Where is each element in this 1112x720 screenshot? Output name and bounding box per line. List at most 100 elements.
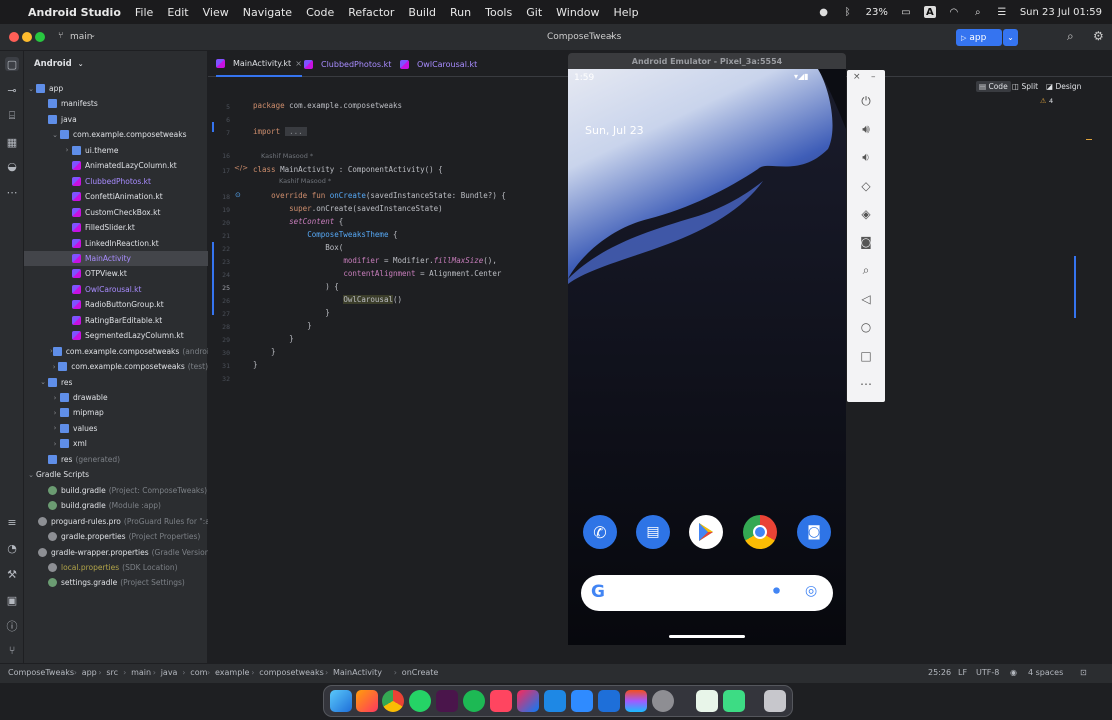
system-settings-icon[interactable] bbox=[652, 690, 674, 712]
mode-code-button[interactable]: ▤ Code bbox=[976, 81, 1011, 92]
close-tab-icon[interactable]: × bbox=[295, 59, 302, 68]
code-line[interactable]: } bbox=[253, 347, 276, 356]
more-tools-icon[interactable]: ⋯ bbox=[5, 185, 19, 199]
code-line[interactable]: super.onCreate(savedInstanceState) bbox=[253, 204, 443, 213]
record-icon[interactable]: ● bbox=[818, 6, 830, 18]
chevron-right-icon[interactable]: › bbox=[50, 363, 58, 371]
zoom-window-button[interactable] bbox=[35, 32, 45, 42]
scrollbar[interactable] bbox=[1074, 256, 1076, 318]
chrome-icon[interactable] bbox=[743, 515, 777, 549]
breadcrumb-item[interactable]: main bbox=[131, 668, 151, 677]
zoom-button[interactable]: ⌕ bbox=[856, 260, 876, 280]
commit-tool-icon[interactable]: ⊸ bbox=[5, 83, 19, 97]
code-line[interactable]: } bbox=[253, 321, 312, 330]
tree-item[interactable]: ⌄ Gradle Scripts bbox=[24, 467, 208, 482]
code-line[interactable]: contentAlignment = Alignment.Center bbox=[253, 269, 501, 278]
spotlight-search-icon[interactable]: ⌕ bbox=[972, 6, 984, 18]
search-icon[interactable]: ⌕ bbox=[1067, 29, 1074, 44]
google-search-bar[interactable]: G ⏺ ◎ bbox=[581, 575, 833, 611]
build-icon[interactable]: ⚒ bbox=[5, 567, 19, 581]
tree-item[interactable]: › com.example.composetweaks (test) bbox=[24, 359, 208, 374]
gesture-nav-bar[interactable] bbox=[669, 635, 745, 638]
tree-item[interactable]: RadioButtonGroup.kt bbox=[24, 297, 208, 312]
launchpad-icon[interactable] bbox=[356, 690, 378, 712]
project-view-selector[interactable]: Android ⌄ bbox=[34, 59, 84, 69]
indent-setting[interactable]: 4 spaces bbox=[1028, 668, 1063, 677]
power-button[interactable]: ⏻ bbox=[856, 91, 876, 111]
tree-item[interactable]: AnimatedLazyColumn.kt bbox=[24, 158, 208, 173]
fold-icon[interactable]: › bbox=[244, 128, 266, 136]
chevron-right-icon[interactable]: › bbox=[50, 424, 60, 432]
eye-icon[interactable]: ◉ bbox=[1010, 668, 1017, 677]
spotify-icon[interactable] bbox=[463, 690, 485, 712]
android-icon[interactable]: ◒ bbox=[5, 159, 19, 173]
code-line[interactable]: } bbox=[253, 334, 294, 343]
tree-item[interactable]: OTPView.kt bbox=[24, 266, 208, 281]
tree-item[interactable]: settings.gradle (Project Settings) bbox=[24, 575, 208, 590]
wifi-icon[interactable]: ◠ bbox=[948, 6, 960, 18]
tree-item[interactable]: proguard-rules.pro (ProGuard Rules for ":… bbox=[24, 514, 226, 529]
tree-item[interactable]: › values bbox=[24, 421, 208, 436]
code-line[interactable]: ComposeTweaksTheme { bbox=[253, 230, 397, 239]
code-line[interactable]: OwlCarousal() bbox=[253, 295, 402, 304]
tree-item[interactable]: manifests bbox=[24, 96, 208, 111]
code-line[interactable]: class MainActivity : ComponentActivity()… bbox=[253, 165, 443, 174]
volume-up-button[interactable]: 🔊︎ bbox=[856, 119, 876, 139]
battery-icon[interactable]: ▭ bbox=[900, 6, 912, 18]
tree-item[interactable]: › drawable bbox=[24, 390, 208, 405]
rotate-right-button[interactable]: ◈ bbox=[856, 204, 876, 224]
chevron-down-icon[interactable]: ⌄ bbox=[26, 85, 36, 93]
overview-button[interactable]: □ bbox=[856, 346, 876, 366]
phone-app-icon[interactable]: ✆ bbox=[583, 515, 617, 549]
menu-code[interactable]: Code bbox=[306, 6, 334, 19]
code-line[interactable]: } bbox=[253, 360, 258, 369]
finder-icon[interactable] bbox=[330, 690, 352, 712]
menu-edit[interactable]: Edit bbox=[167, 6, 188, 19]
instruments-icon[interactable] bbox=[571, 690, 593, 712]
mode-split-button[interactable]: ◫ Split bbox=[1012, 82, 1038, 91]
home-date[interactable]: Sun, Jul 23 bbox=[585, 124, 644, 137]
tree-item[interactable]: gradle.properties (Project Properties) bbox=[24, 529, 208, 544]
breadcrumb-item[interactable]: ComposeTweaks bbox=[8, 668, 74, 677]
code-line[interactable]: override fun onCreate(savedInstanceState… bbox=[253, 191, 506, 200]
microphone-icon[interactable]: ⏺ bbox=[773, 583, 780, 599]
project-tool-icon[interactable]: ▢ bbox=[5, 57, 19, 71]
tree-item[interactable]: ⌄ app bbox=[24, 81, 208, 96]
tree-item[interactable]: gradle-wrapper.properties (Gradle Version… bbox=[24, 545, 212, 560]
structure-tool-icon[interactable]: ⌸ bbox=[5, 109, 19, 123]
menu-app-name[interactable]: Android Studio bbox=[28, 6, 121, 19]
code-line[interactable]: } bbox=[253, 308, 330, 317]
override-gutter-icon[interactable]: ⊙ bbox=[235, 191, 241, 199]
android-studio-dock-icon[interactable] bbox=[723, 690, 745, 712]
play-store-icon[interactable] bbox=[689, 515, 723, 549]
code-line[interactable]: package com.example.composetweaks bbox=[253, 101, 402, 110]
menu-tools[interactable]: Tools bbox=[485, 6, 512, 19]
bluetooth-icon[interactable]: ᛒ bbox=[842, 6, 854, 18]
run-config-button[interactable]: ▷ app bbox=[956, 29, 1002, 46]
run-gutter-icon[interactable]: </> bbox=[234, 164, 248, 172]
breadcrumb-item[interactable]: example bbox=[215, 668, 249, 677]
app-store-icon[interactable] bbox=[598, 690, 620, 712]
run-config-dropdown[interactable]: ⌄ bbox=[1003, 29, 1018, 46]
minimize-icon[interactable]: – bbox=[871, 72, 876, 82]
terminal-icon[interactable]: ▣ bbox=[5, 593, 19, 607]
tree-item[interactable]: res (generated) bbox=[24, 452, 208, 467]
menu-run[interactable]: Run bbox=[450, 6, 471, 19]
tree-item[interactable]: java bbox=[24, 112, 208, 127]
resource-manager-icon[interactable]: ▦ bbox=[5, 135, 19, 149]
chevron-right-icon[interactable]: › bbox=[62, 146, 72, 154]
xcode-icon[interactable] bbox=[544, 690, 566, 712]
tree-item[interactable]: MainActivity bbox=[24, 250, 208, 266]
menu-refactor[interactable]: Refactor bbox=[348, 6, 394, 19]
tree-item[interactable]: CustomCheckBox.kt bbox=[24, 205, 208, 220]
chevron-down-icon[interactable]: ⌄ bbox=[50, 131, 60, 139]
file-encoding[interactable]: UTF-8 bbox=[976, 668, 999, 677]
chevron-down-icon[interactable]: ⌄ bbox=[26, 471, 36, 479]
emulator-titlebar[interactable]: Android Emulator - Pixel_3a:5554 bbox=[568, 53, 846, 69]
chevron-down-icon[interactable]: ⌄ bbox=[38, 378, 48, 386]
build-variants-icon[interactable]: ≡ bbox=[5, 515, 19, 529]
volume-down-button[interactable]: 🔉︎ bbox=[856, 147, 876, 167]
tree-item[interactable]: › mipmap bbox=[24, 405, 208, 420]
gear-icon[interactable]: ⚙ bbox=[1093, 29, 1104, 43]
chrome-dock-icon[interactable] bbox=[382, 690, 404, 712]
